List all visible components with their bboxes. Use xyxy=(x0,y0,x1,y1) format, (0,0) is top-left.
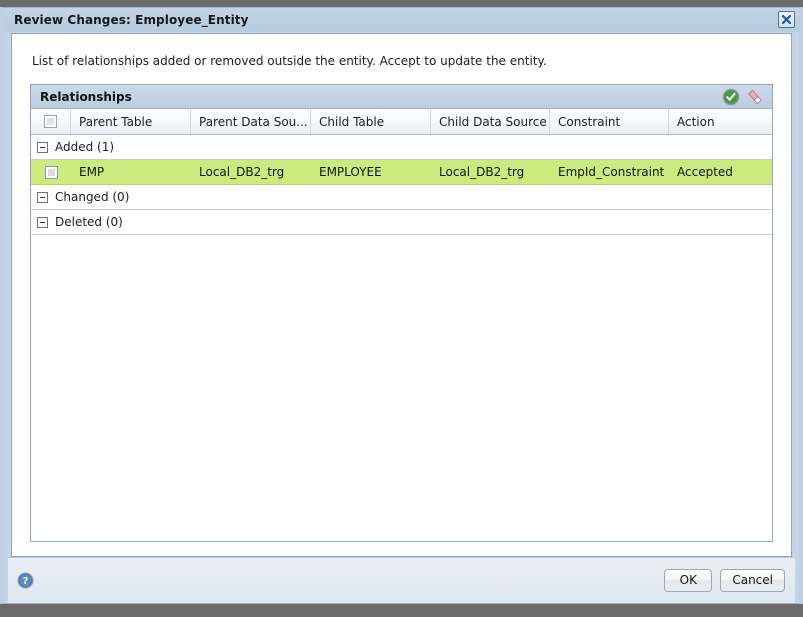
group-label: Added (1) xyxy=(55,140,115,154)
column-header-parent-table[interactable]: Parent Table xyxy=(71,109,191,134)
table-row[interactable]: EMP Local_DB2_trg EMPLOYEE Local_DB2_trg… xyxy=(31,160,772,185)
svg-text:?: ? xyxy=(23,576,29,587)
close-x-icon xyxy=(781,14,792,25)
dialog-body: List of relationships added or removed o… xyxy=(8,32,795,603)
close-button[interactable] xyxy=(778,11,795,28)
column-header-parent-data-source[interactable]: Parent Data Sou... xyxy=(191,109,311,134)
cell-constraint: EmpId_Constraint xyxy=(558,165,665,179)
group-label: Deleted (0) xyxy=(55,215,123,229)
accept-icon[interactable] xyxy=(722,88,740,106)
group-row-changed[interactable]: Changed (0) xyxy=(31,185,772,210)
cell-child-data-source: Local_DB2_trg xyxy=(439,165,525,179)
relationships-grid-panel: Relationships Parent Table Parent Data S… xyxy=(30,84,773,542)
cell-parent-data-source: Local_DB2_trg xyxy=(199,165,285,179)
row-checkbox[interactable] xyxy=(44,165,58,179)
group-row-added[interactable]: Added (1) xyxy=(31,135,772,160)
grid-panel-header: Relationships xyxy=(31,85,772,109)
select-all-checkbox[interactable] xyxy=(44,115,57,128)
ok-button[interactable]: OK xyxy=(664,569,713,592)
group-row-deleted[interactable]: Deleted (0) xyxy=(31,210,772,235)
review-changes-dialog: Review Changes: Employee_Entity List of … xyxy=(0,7,803,604)
collapse-icon[interactable] xyxy=(37,141,48,153)
grid-column-headers: Parent Table Parent Data Sou... Child Ta… xyxy=(31,109,772,135)
dialog-content-panel: List of relationships added or removed o… xyxy=(11,33,792,557)
column-header-select-all[interactable] xyxy=(31,109,71,134)
grid-panel-title: Relationships xyxy=(40,89,132,104)
row-select-cell[interactable] xyxy=(31,165,71,179)
dialog-footer: ? OK Cancel xyxy=(8,557,795,603)
collapse-icon[interactable] xyxy=(37,216,48,228)
reject-icon[interactable] xyxy=(746,88,764,106)
cell-child-table: EMPLOYEE xyxy=(319,165,382,179)
collapse-icon[interactable] xyxy=(37,191,48,203)
column-header-child-data-source[interactable]: Child Data Source xyxy=(431,109,550,134)
description-text: List of relationships added or removed o… xyxy=(32,54,547,68)
cell-action: Accepted xyxy=(677,165,733,179)
column-header-child-table[interactable]: Child Table xyxy=(311,109,431,134)
column-header-action[interactable]: Action xyxy=(669,109,772,134)
grid-rows: Added (1) EMP Local_DB2_trg EMPLOYEE Loc… xyxy=(31,135,772,541)
grid-toolbar xyxy=(722,88,767,106)
cancel-button[interactable]: Cancel xyxy=(720,569,785,592)
column-header-constraint[interactable]: Constraint xyxy=(550,109,669,134)
dialog-title: Review Changes: Employee_Entity xyxy=(14,13,249,27)
cell-parent-table: EMP xyxy=(79,165,105,179)
group-label: Changed (0) xyxy=(55,190,130,204)
dialog-titlebar: Review Changes: Employee_Entity xyxy=(4,8,799,32)
help-question-icon[interactable]: ? xyxy=(17,572,34,589)
